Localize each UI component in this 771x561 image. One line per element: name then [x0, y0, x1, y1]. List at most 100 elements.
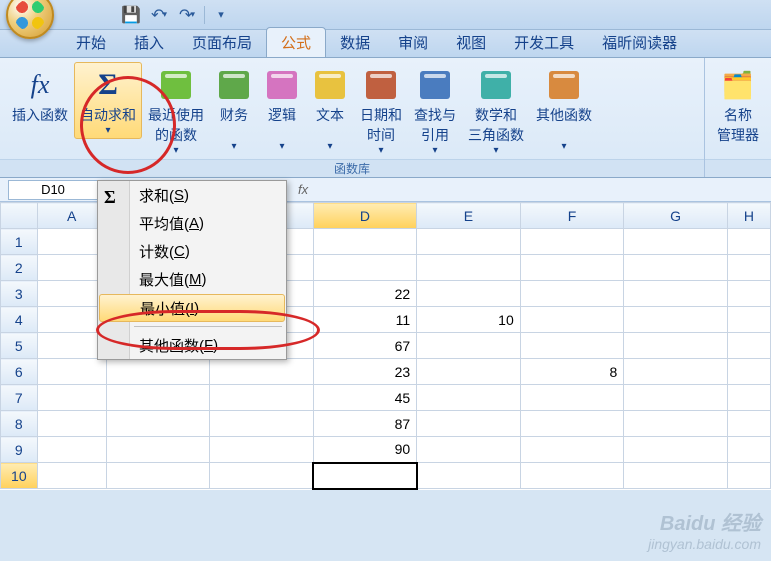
cell-E3[interactable] — [417, 281, 521, 307]
tab-insert[interactable]: 插入 — [120, 28, 178, 57]
tab-formulas[interactable]: 公式 — [266, 27, 326, 57]
cell-A9[interactable] — [37, 437, 106, 463]
name-box[interactable] — [8, 180, 98, 200]
cell-B10[interactable] — [106, 463, 210, 489]
autosum-button[interactable]: Σ 自动求和 ▾ — [74, 62, 142, 139]
row-header-3[interactable]: 3 — [1, 281, 38, 307]
cell-E6[interactable] — [417, 359, 521, 385]
cell-D4[interactable]: 11 — [313, 307, 417, 333]
cell-C9[interactable] — [210, 437, 314, 463]
financial-button[interactable]: 财务▾ — [210, 62, 258, 155]
cell-D9[interactable]: 90 — [313, 437, 417, 463]
cell-C10[interactable] — [210, 463, 314, 489]
cell-D3[interactable]: 22 — [313, 281, 417, 307]
undo-icon[interactable]: ↶▾ — [148, 4, 170, 26]
cell-G7[interactable] — [624, 385, 728, 411]
cell-G9[interactable] — [624, 437, 728, 463]
logical-button[interactable]: 逻辑▾ — [258, 62, 306, 155]
cell-H6[interactable] — [727, 359, 770, 385]
col-header-G[interactable]: G — [624, 203, 728, 229]
math-trig-button[interactable]: 数学和 三角函数▾ — [462, 62, 530, 159]
cell-H9[interactable] — [727, 437, 770, 463]
cell-E2[interactable] — [417, 255, 521, 281]
cell-F4[interactable] — [520, 307, 624, 333]
cell-D7[interactable]: 45 — [313, 385, 417, 411]
name-manager-button[interactable]: 🗂️ 名称 管理器 — [711, 62, 765, 148]
tab-developer[interactable]: 开发工具 — [500, 28, 588, 57]
row-header-4[interactable]: 4 — [1, 307, 38, 333]
cell-A6[interactable] — [37, 359, 106, 385]
date-time-button[interactable]: 日期和 时间▾ — [354, 62, 408, 159]
cell-B8[interactable] — [106, 411, 210, 437]
dropdown-item-m[interactable]: 最大值(M) — [98, 265, 286, 293]
cell-H10[interactable] — [727, 463, 770, 489]
cell-F5[interactable] — [520, 333, 624, 359]
cell-G2[interactable] — [624, 255, 728, 281]
more-functions-button[interactable]: 其他函数▾ — [530, 62, 598, 155]
insert-function-button[interactable]: fx 插入函数 — [6, 62, 74, 128]
cell-E5[interactable] — [417, 333, 521, 359]
dropdown-item-s[interactable]: 求和(S) — [98, 181, 286, 209]
select-all-corner[interactable] — [1, 203, 38, 229]
cell-A10[interactable] — [37, 463, 106, 489]
dropdown-item-c[interactable]: 计数(C) — [98, 237, 286, 265]
row-header-10[interactable]: 10 — [1, 463, 38, 489]
dropdown-item-i[interactable]: 最小值(I) — [99, 294, 285, 322]
tab-foxit-reader[interactable]: 福昕阅读器 — [588, 28, 691, 57]
recently-used-button[interactable]: 最近使用 的函数▾ — [142, 62, 210, 159]
cell-A5[interactable] — [37, 333, 106, 359]
cell-G8[interactable] — [624, 411, 728, 437]
cell-F3[interactable] — [520, 281, 624, 307]
cell-B9[interactable] — [106, 437, 210, 463]
cell-B7[interactable] — [106, 385, 210, 411]
fx-icon[interactable]: fx — [298, 182, 308, 197]
cell-A7[interactable] — [37, 385, 106, 411]
cell-H4[interactable] — [727, 307, 770, 333]
cell-C8[interactable] — [210, 411, 314, 437]
col-header-A[interactable]: A — [37, 203, 106, 229]
tab-data[interactable]: 数据 — [326, 28, 384, 57]
cell-G1[interactable] — [624, 229, 728, 255]
cell-A3[interactable] — [37, 281, 106, 307]
cell-D6[interactable]: 23 — [313, 359, 417, 385]
cell-A2[interactable] — [37, 255, 106, 281]
cell-D1[interactable] — [313, 229, 417, 255]
row-header-7[interactable]: 7 — [1, 385, 38, 411]
cell-B6[interactable] — [106, 359, 210, 385]
tab-view[interactable]: 视图 — [442, 28, 500, 57]
save-icon[interactable]: 💾 — [120, 4, 142, 26]
cell-F9[interactable] — [520, 437, 624, 463]
col-header-E[interactable]: E — [417, 203, 521, 229]
cell-F6[interactable]: 8 — [520, 359, 624, 385]
qat-customize-icon[interactable]: ▾ — [211, 4, 233, 26]
lookup-button[interactable]: 查找与 引用▾ — [408, 62, 462, 159]
cell-F1[interactable] — [520, 229, 624, 255]
cell-F8[interactable] — [520, 411, 624, 437]
cell-H2[interactable] — [727, 255, 770, 281]
cell-H7[interactable] — [727, 385, 770, 411]
tab-review[interactable]: 审阅 — [384, 28, 442, 57]
text-button[interactable]: 文本▾ — [306, 62, 354, 155]
cell-D5[interactable]: 67 — [313, 333, 417, 359]
cell-H1[interactable] — [727, 229, 770, 255]
row-header-8[interactable]: 8 — [1, 411, 38, 437]
dropdown-item-a[interactable]: 平均值(A) — [98, 209, 286, 237]
row-header-9[interactable]: 9 — [1, 437, 38, 463]
cell-D2[interactable] — [313, 255, 417, 281]
cell-E4[interactable]: 10 — [417, 307, 521, 333]
col-header-H[interactable]: H — [727, 203, 770, 229]
row-header-6[interactable]: 6 — [1, 359, 38, 385]
cell-E7[interactable] — [417, 385, 521, 411]
cell-H3[interactable] — [727, 281, 770, 307]
cell-G6[interactable] — [624, 359, 728, 385]
dropdown-item-f[interactable]: 其他函数(F)... — [98, 331, 286, 359]
cell-G4[interactable] — [624, 307, 728, 333]
row-header-2[interactable]: 2 — [1, 255, 38, 281]
cell-E1[interactable] — [417, 229, 521, 255]
cell-D10[interactable] — [313, 463, 417, 489]
col-header-F[interactable]: F — [520, 203, 624, 229]
tab-home[interactable]: 开始 — [62, 28, 120, 57]
cell-H8[interactable] — [727, 411, 770, 437]
row-header-5[interactable]: 5 — [1, 333, 38, 359]
redo-icon[interactable]: ↷▾ — [176, 4, 198, 26]
